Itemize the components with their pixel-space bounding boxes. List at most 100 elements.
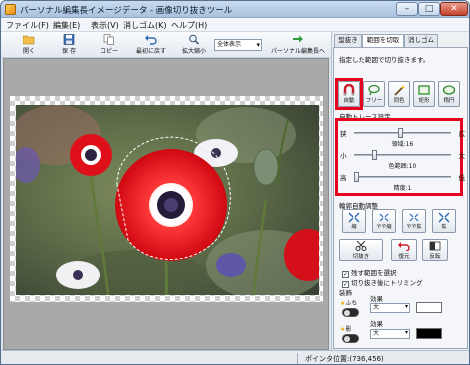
slight-expand-label: やや拡 [406, 224, 422, 230]
open-button[interactable]: 開く [15, 34, 43, 55]
shadow-toggle[interactable] [342, 334, 359, 343]
precision-slider-max-label: 低 [458, 174, 466, 182]
revert-label: 最初に戻す [135, 48, 166, 55]
restore-label: 復元 [398, 254, 410, 260]
menu-help[interactable]: ヘルプ(H) [171, 20, 207, 31]
menu-eraser[interactable]: 消しゴム(K) [123, 20, 167, 31]
ellipse-select-icon [442, 85, 456, 95]
precision-slider-value: 精度:1 [393, 185, 412, 192]
status-separator [297, 353, 298, 364]
cut-label: 切抜き [352, 254, 370, 260]
precision-slider[interactable]: 高 低 精度:1 [340, 172, 465, 194]
decoration-heading: 装飾 [339, 289, 352, 297]
trim-after-cut-label: 切り抜き後にトリミング [351, 279, 423, 287]
canvas-area[interactable] [3, 58, 329, 350]
tab-range-cut[interactable]: 範囲を切取 [362, 34, 404, 48]
invert-label: 反転 [429, 254, 441, 260]
maximize-button[interactable]: □ [418, 2, 440, 16]
copy-label: コピー [99, 48, 118, 55]
invert-button[interactable]: 反転 [422, 239, 448, 261]
tool-rectangle-label: 矩形 [418, 98, 430, 104]
trim-after-cut-checkbox[interactable]: ✓ 切り抜き後にトリミング [342, 277, 423, 288]
zoom-button[interactable]: 拡大縮小 [177, 34, 211, 55]
save-button[interactable]: 保 存 [55, 34, 83, 55]
cut-button[interactable]: 切抜き [339, 239, 383, 261]
shrink-label: 縮 [351, 224, 357, 230]
shrink-button[interactable]: 縮 [342, 209, 366, 233]
area-slider-thumb[interactable] [398, 128, 403, 138]
slight-shrink-button[interactable]: やや縮 [372, 209, 396, 233]
floppy-icon [63, 34, 75, 45]
restore-button[interactable]: 復元 [391, 239, 417, 261]
color-range-slider[interactable]: 小 大 色範囲:10 [340, 150, 465, 172]
precision-slider-min-label: 高 [340, 174, 347, 182]
slight-expand-arrows-icon [409, 213, 419, 222]
border-label-row: ★ふち [340, 298, 357, 307]
area-slider-min-label: 狭 [340, 130, 347, 138]
close-button[interactable]: ✕ [440, 2, 468, 16]
tool-panel: 型抜き 範囲を切取 消しゴム 指定した範囲で切り抜きます。 自動 フリー 同色 … [331, 32, 469, 350]
restore-arrow-icon [398, 242, 410, 251]
window-title: パーソナル編集長イメージデータ - 画像切り抜きツール [20, 6, 233, 16]
border-label: ふち [345, 300, 358, 307]
color-range-slider-max-label: 大 [458, 152, 466, 160]
undo-arrow-icon [145, 35, 157, 45]
pointer-position: ポインタ位置:(736,456) [305, 355, 384, 363]
precision-slider-thumb[interactable] [354, 172, 359, 182]
open-label: 開く [22, 48, 35, 55]
tab-content: 指定した範囲で切り抜きます。 自動 フリー 同色 矩形 楕円 自動トレース設定 … [333, 47, 468, 349]
slight-shrink-arrows-icon [379, 213, 389, 222]
save-label: 保 存 [62, 48, 76, 55]
menu-file[interactable]: ファイル(F) [6, 20, 49, 31]
tool-free-label: フリー [365, 98, 383, 104]
send-to-app-button[interactable]: パーソナル編集長へ [267, 34, 329, 55]
border-toggle[interactable] [342, 308, 359, 317]
send-to-app-label: パーソナル編集長へ [270, 48, 325, 55]
zoom-select[interactable]: 全体表示 [214, 39, 262, 51]
revert-button[interactable]: 最初に戻す [131, 34, 171, 55]
shadow-size-select[interactable]: 大 [370, 329, 410, 339]
keep-selection-label: 残す範囲を選択 [351, 269, 397, 277]
transparency-checkerboard [10, 96, 323, 302]
border-color-swatch[interactable] [416, 302, 442, 313]
lasso-icon [368, 84, 380, 96]
area-slider-value: 領域:16 [391, 141, 414, 148]
tool-same-color-button[interactable]: 同色 [388, 81, 410, 107]
toolbar: 開く 保 存 コピー 最初に戻す 拡大縮小 全体表示 パーソナル編集長へ [1, 32, 331, 58]
copy-button[interactable]: コピー [95, 34, 123, 55]
tool-ellipse-label: 楕円 [443, 98, 455, 104]
tool-rectangle-button[interactable]: 矩形 [413, 81, 435, 107]
slight-shrink-label: やや縮 [376, 224, 392, 230]
menu-edit[interactable]: 編集(E) [53, 20, 80, 31]
shadow-label: 影 [345, 326, 352, 333]
app-window: パーソナル編集長イメージデータ - 画像切り抜きツール – □ ✕ ファイル(F… [0, 0, 470, 365]
expand-button[interactable]: 拡 [432, 209, 456, 233]
zoom-label: 拡大縮小 [181, 48, 206, 55]
minimize-button[interactable]: – [396, 2, 418, 16]
copy-icon [103, 34, 114, 45]
flower-photo-image [16, 105, 319, 295]
tab-eraser[interactable]: 消しゴム [404, 34, 438, 47]
app-icon [5, 4, 16, 15]
tab-mold[interactable]: 型抜き [334, 34, 362, 47]
area-slider[interactable]: 狭 広 領域:16 [340, 128, 465, 150]
tool-ellipse-button[interactable]: 楕円 [438, 81, 460, 107]
folder-icon [23, 35, 35, 45]
scissors-icon [355, 241, 367, 251]
menu-view[interactable]: 表示(V) [91, 20, 119, 31]
auto-tool-highlight [335, 78, 363, 110]
color-range-slider-thumb[interactable] [372, 150, 377, 160]
instruction-text: 指定した範囲で切り抜きます。 [339, 56, 430, 64]
menu-bar: ファイル(F) 編集(E) 表示(V) 消しゴム(K) ヘルプ(H) [1, 18, 469, 32]
slight-expand-button[interactable]: やや拡 [402, 209, 426, 233]
export-arrow-icon [293, 35, 303, 43]
shrink-arrows-icon [348, 212, 360, 223]
invert-icon [429, 241, 441, 251]
border-size-select[interactable]: 大 [370, 303, 410, 313]
rectangle-select-icon [418, 85, 430, 95]
tool-free-button[interactable]: フリー [363, 81, 385, 107]
status-bar: ポインタ位置:(736,456) [1, 350, 469, 364]
magnifier-icon [189, 34, 200, 45]
shadow-color-swatch[interactable] [416, 328, 442, 339]
magic-wand-icon [394, 85, 406, 96]
